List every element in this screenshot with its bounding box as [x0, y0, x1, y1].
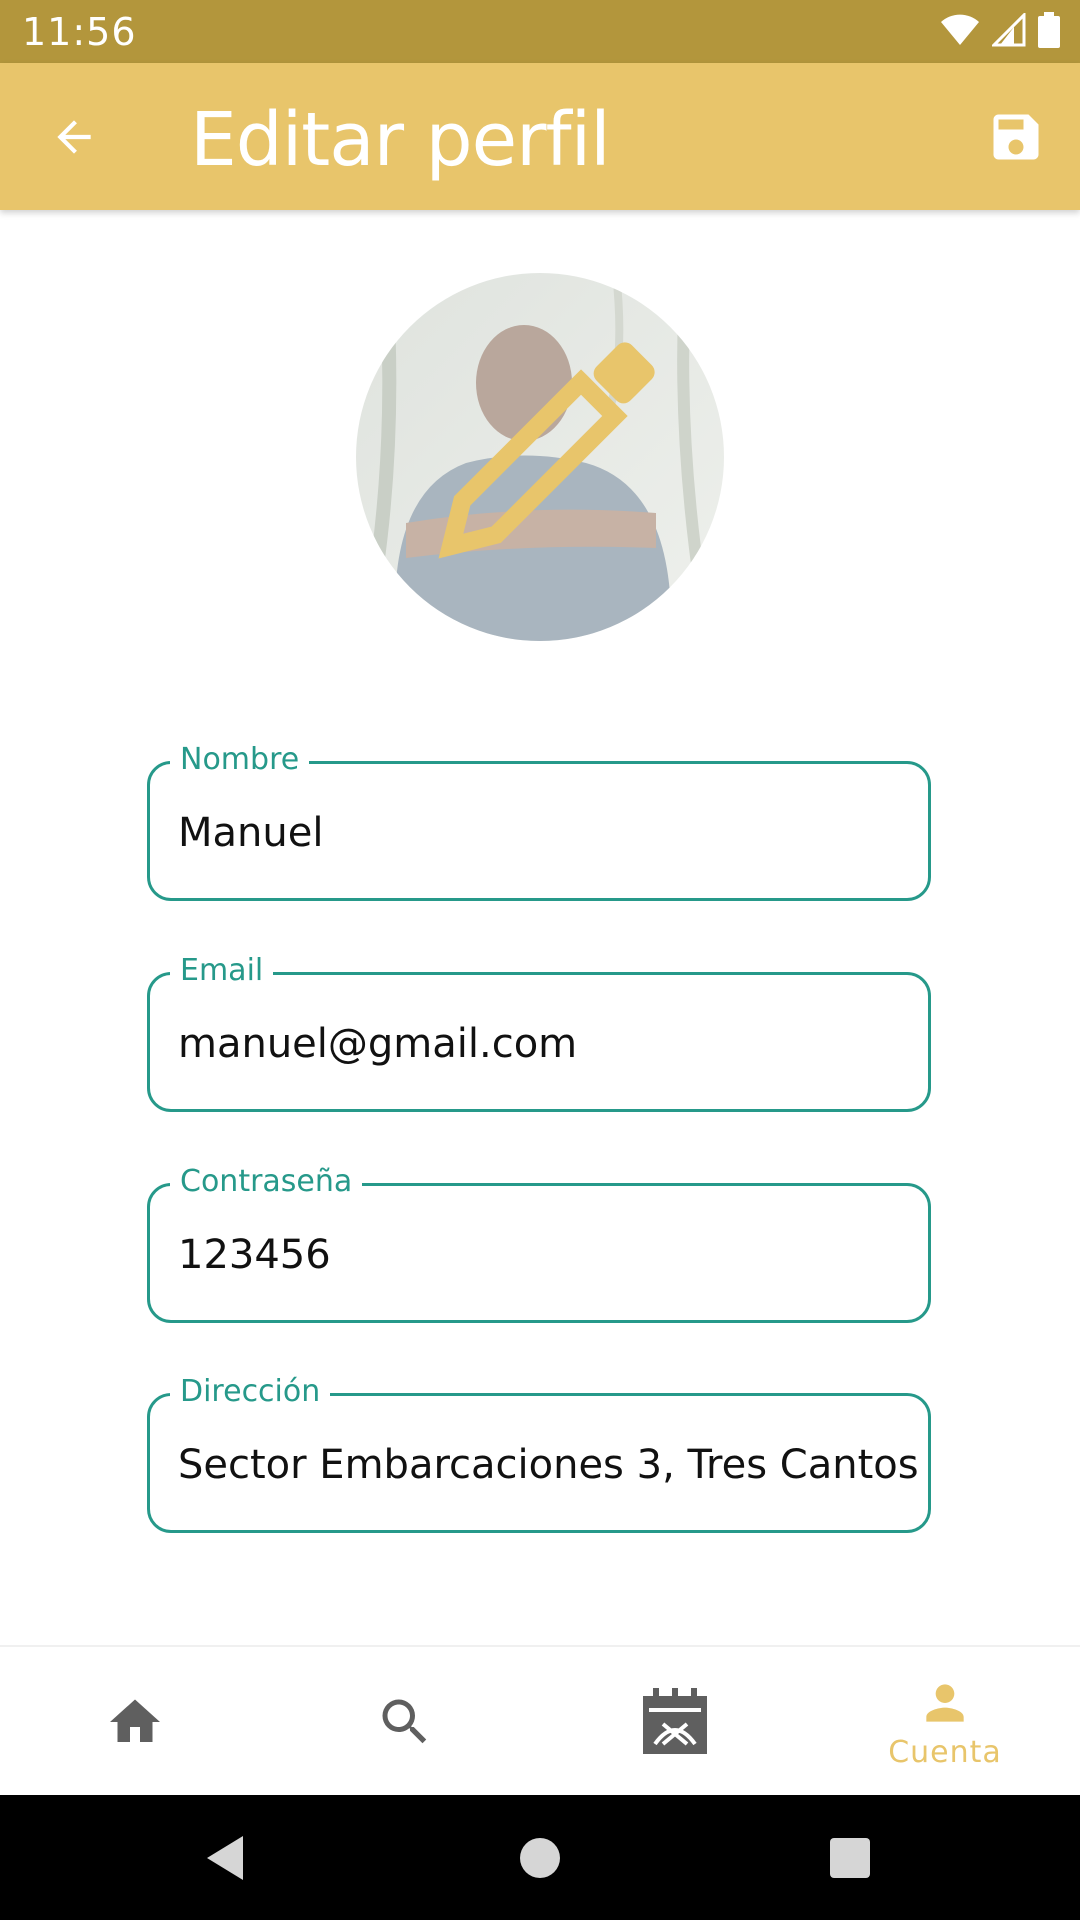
status-time: 11:56 — [22, 10, 137, 54]
system-nav-bar — [0, 1795, 1080, 1920]
address-field-label: Dirección — [170, 1374, 331, 1409]
person-icon — [926, 1683, 964, 1722]
system-home-button[interactable] — [480, 1795, 600, 1920]
nav-calendar[interactable] — [540, 1647, 810, 1797]
email-field-label: Email — [170, 953, 274, 988]
back-button[interactable] — [40, 103, 108, 171]
nav-account-label: Cuenta — [888, 1734, 1002, 1770]
bottom-nav: Cuenta — [0, 1645, 1080, 1797]
email-field-value[interactable]: manuel@gmail.com — [178, 1021, 900, 1067]
save-button[interactable] — [982, 103, 1050, 171]
wifi-icon — [941, 14, 979, 45]
page-title: Editar perfil — [190, 97, 611, 183]
email-field[interactable]: Email manuel@gmail.com — [147, 953, 931, 1112]
password-field[interactable]: Contraseña 123456 — [147, 1164, 931, 1323]
status-icons — [940, 12, 1060, 48]
app-bar: Editar perfil — [0, 63, 1080, 210]
password-field-label: Contraseña — [170, 1164, 363, 1199]
search-icon — [382, 1699, 427, 1744]
pencil-edit-icon — [438, 342, 655, 559]
nav-home[interactable] — [0, 1647, 270, 1797]
name-field-label: Nombre — [170, 742, 310, 777]
home-icon — [110, 1699, 160, 1742]
name-field-value[interactable]: Manuel — [178, 810, 900, 856]
address-field[interactable]: Dirección Sector Embarcaciones 3, Tres C… — [147, 1374, 931, 1533]
square-recents-icon — [830, 1837, 870, 1878]
circle-home-icon — [520, 1837, 560, 1878]
password-field-value[interactable]: 123456 — [178, 1232, 900, 1278]
system-back-button[interactable] — [165, 1795, 285, 1920]
profile-avatar[interactable] — [356, 273, 724, 641]
cell-signal-icon — [992, 13, 1026, 47]
system-recents-button[interactable] — [790, 1795, 910, 1920]
save-floppy-icon — [993, 114, 1039, 160]
address-field-value[interactable]: Sector Embarcaciones 3, Tres Cantos — [178, 1442, 919, 1488]
arrow-back-icon — [57, 120, 91, 154]
nav-account[interactable]: Cuenta — [810, 1647, 1080, 1797]
calendar-icon — [643, 1688, 707, 1754]
battery-icon — [1038, 12, 1060, 48]
nav-search[interactable] — [270, 1647, 540, 1797]
name-field[interactable]: Nombre Manuel — [147, 742, 931, 901]
triangle-back-icon — [207, 1835, 243, 1880]
status-bar: 11:56 — [0, 0, 1080, 63]
